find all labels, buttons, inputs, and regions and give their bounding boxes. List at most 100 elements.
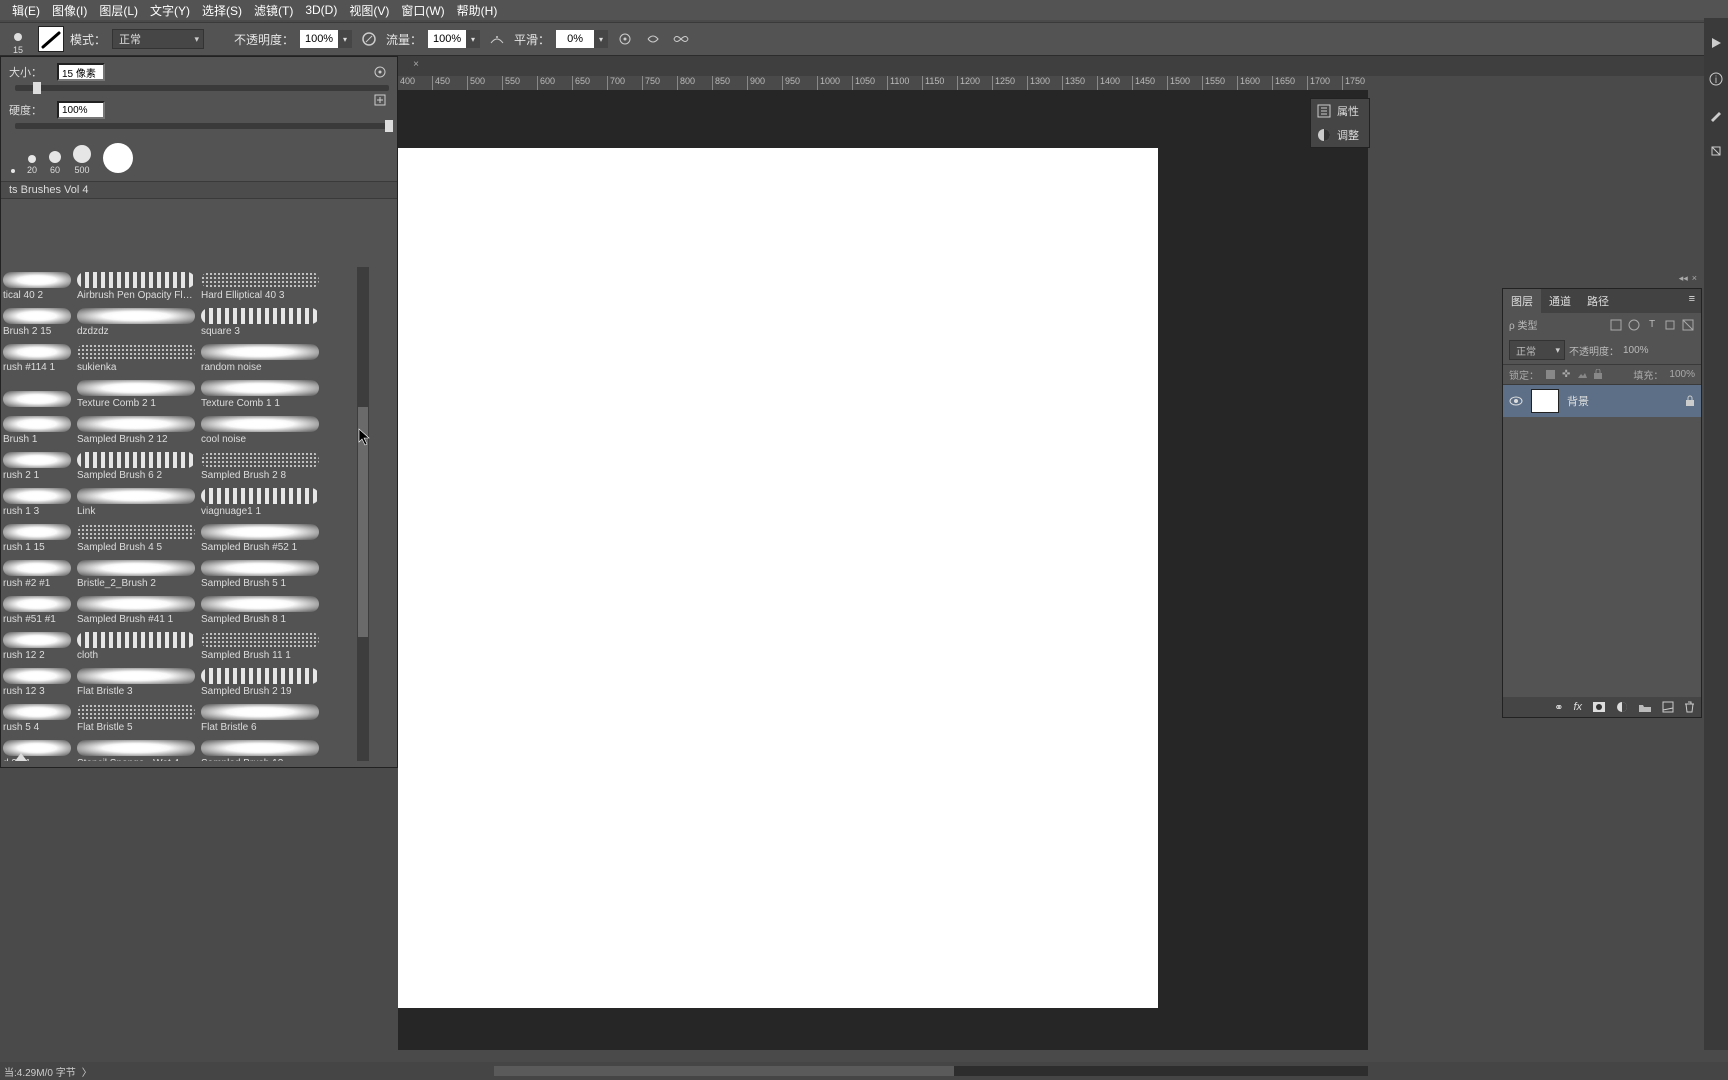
lock-pixels-icon[interactable] bbox=[1545, 369, 1556, 380]
menu-layer[interactable]: 图层(L) bbox=[93, 0, 144, 21]
filter-shape-icon[interactable] bbox=[1663, 318, 1677, 332]
brush-item[interactable]: Sampled Brush #52 1 bbox=[199, 519, 321, 553]
menu-window[interactable]: 窗口(W) bbox=[395, 0, 450, 21]
layer-row-background[interactable]: 背景 bbox=[1503, 385, 1701, 417]
brush-item[interactable]: d 35 1 bbox=[1, 735, 73, 761]
butterfly-icon[interactable] bbox=[670, 28, 692, 50]
brush-size-slider[interactable] bbox=[15, 85, 389, 91]
delete-layer-icon[interactable] bbox=[1684, 701, 1695, 713]
brush-item[interactable]: Sampled Brush 6 2 bbox=[75, 447, 197, 481]
lock-image-icon[interactable] bbox=[1576, 369, 1587, 380]
canvas-document[interactable] bbox=[398, 148, 1158, 1008]
brush-item[interactable]: rush #51 #1 bbox=[1, 591, 73, 625]
menu-3d[interactable]: 3D(D) bbox=[299, 1, 343, 19]
brush-item[interactable]: rush 5 4 bbox=[1, 699, 73, 733]
brush-item[interactable]: cool noise bbox=[199, 411, 321, 445]
brush-item[interactable]: viagnuage1 1 bbox=[199, 483, 321, 517]
brush-item[interactable]: tical 40 2 bbox=[1, 267, 73, 301]
brush-stroke-preview[interactable] bbox=[38, 26, 64, 52]
close-panel-icon[interactable]: × bbox=[1692, 273, 1697, 284]
menu-help[interactable]: 帮助(H) bbox=[451, 0, 504, 21]
brush-item[interactable]: Flat Bristle 5 bbox=[75, 699, 197, 733]
brush-preset-size[interactable]: 60 bbox=[49, 151, 61, 175]
brush-item[interactable]: Flat Bristle 3 bbox=[75, 663, 197, 697]
brush-item[interactable]: rush 1 15 bbox=[1, 519, 73, 553]
brush-item[interactable]: Sampled Brush 12 bbox=[199, 735, 321, 761]
smoothing-field[interactable]: 0%▾ bbox=[556, 30, 608, 48]
filter-pixel-icon[interactable] bbox=[1609, 318, 1623, 332]
brush-item[interactable]: Sampled Brush 2 8 bbox=[199, 447, 321, 481]
brush-item[interactable]: square 3 bbox=[199, 303, 321, 337]
brush-item[interactable]: Link bbox=[75, 483, 197, 517]
layer-blend-mode[interactable]: 正常 bbox=[1509, 340, 1565, 360]
brush-item[interactable]: Stencil Sponge - Wet 4 bbox=[75, 735, 197, 761]
brush-item[interactable]: Texture Comb 1 1 bbox=[199, 375, 321, 409]
history-play-icon[interactable] bbox=[1707, 34, 1725, 52]
tab-layers[interactable]: 图层 bbox=[1503, 289, 1541, 313]
brush-item[interactable]: Sampled Brush #41 1 bbox=[75, 591, 197, 625]
smoothing-gear-icon[interactable] bbox=[614, 28, 636, 50]
layer-mask-icon[interactable] bbox=[1592, 701, 1606, 713]
blend-mode-dropdown[interactable]: 正常 bbox=[112, 29, 204, 49]
brush-item[interactable]: Airbrush Pen Opacity Flow bbox=[75, 267, 197, 301]
layer-lock-icon[interactable] bbox=[1685, 395, 1695, 407]
brush-item[interactable]: random noise bbox=[199, 339, 321, 373]
layer-thumbnail[interactable] bbox=[1531, 389, 1559, 413]
adjustment-layer-icon[interactable] bbox=[1616, 701, 1628, 713]
collapse-icon[interactable]: ◂◂ bbox=[1679, 273, 1688, 284]
close-tab-icon[interactable]: × bbox=[410, 59, 422, 71]
flow-field[interactable]: 100%▾ bbox=[428, 30, 480, 48]
brush-hardness-input[interactable] bbox=[57, 101, 105, 119]
brush-item[interactable]: Bristle_2_Brush 2 bbox=[75, 555, 197, 589]
brush-item[interactable]: rush 12 2 bbox=[1, 627, 73, 661]
brush-item[interactable]: rush #2 #1 bbox=[1, 555, 73, 589]
fill-value[interactable]: 100% bbox=[1669, 369, 1695, 380]
brush-item[interactable]: Brush 2 15 bbox=[1, 303, 73, 337]
brush-item[interactable]: rush 1 3 bbox=[1, 483, 73, 517]
menu-view[interactable]: 视图(V) bbox=[343, 0, 395, 21]
layer-fx-icon[interactable]: fx bbox=[1573, 701, 1582, 713]
brush-item[interactable]: Brush 1 bbox=[1, 411, 73, 445]
lock-all-icon[interactable] bbox=[1593, 369, 1603, 380]
brush-preset-size[interactable] bbox=[11, 169, 15, 175]
new-layer-icon[interactable] bbox=[1662, 701, 1674, 713]
info-icon[interactable]: i bbox=[1707, 70, 1725, 88]
brush-item[interactable]: rush #114 1 bbox=[1, 339, 73, 373]
airbrush-icon[interactable] bbox=[486, 28, 508, 50]
layer-opacity-value[interactable]: 100% bbox=[1623, 345, 1649, 356]
menu-image[interactable]: 图像(I) bbox=[46, 0, 93, 21]
brush-preset-size[interactable]: 500 bbox=[73, 145, 91, 175]
menu-select[interactable]: 选择(S) bbox=[196, 0, 248, 21]
brush-item[interactable] bbox=[1, 375, 73, 409]
brush-item[interactable]: sukienka bbox=[75, 339, 197, 373]
new-brush-icon[interactable] bbox=[373, 93, 387, 107]
menu-type[interactable]: 文字(Y) bbox=[144, 0, 196, 21]
pressure-opacity-icon[interactable] bbox=[358, 28, 380, 50]
brush-angle-icon[interactable] bbox=[13, 751, 29, 763]
doc-info-chevron-icon[interactable]: 〉 bbox=[82, 1064, 92, 1079]
brush-item[interactable]: Sampled Brush 4 5 bbox=[75, 519, 197, 553]
brush-size-input[interactable] bbox=[57, 63, 105, 81]
brush-item[interactable]: Flat Bristle 6 bbox=[199, 699, 321, 733]
brush-item[interactable]: Sampled Brush 2 19 bbox=[199, 663, 321, 697]
brush-item[interactable]: Sampled Brush 11 1 bbox=[199, 627, 321, 661]
brush-settings-icon[interactable] bbox=[1707, 106, 1725, 124]
brush-hardness-slider[interactable] bbox=[15, 123, 389, 129]
brush-item[interactable]: dzdzdz bbox=[75, 303, 197, 337]
brush-item[interactable]: Sampled Brush 2 12 bbox=[75, 411, 197, 445]
visibility-icon[interactable] bbox=[1509, 396, 1523, 406]
group-icon[interactable] bbox=[1638, 702, 1652, 713]
filter-smart-icon[interactable] bbox=[1681, 318, 1695, 332]
collapsed-properties-panel[interactable]: 属性 调整 bbox=[1310, 98, 1370, 148]
filter-adjust-icon[interactable] bbox=[1627, 318, 1641, 332]
tab-paths[interactable]: 路径 bbox=[1579, 289, 1617, 313]
brush-group-header[interactable]: ts Brushes Vol 4 bbox=[1, 181, 397, 199]
layer-name[interactable]: 背景 bbox=[1567, 393, 1589, 409]
horizontal-scrollbar[interactable] bbox=[494, 1066, 1368, 1076]
brush-list-scrollbar[interactable] bbox=[357, 267, 369, 761]
brush-preset-picker[interactable]: 15 bbox=[4, 25, 32, 53]
opacity-field[interactable]: 100%▾ bbox=[300, 30, 352, 48]
brush-item[interactable]: Sampled Brush 5 1 bbox=[199, 555, 321, 589]
panel-menu-icon[interactable]: ≡ bbox=[1683, 289, 1701, 313]
lock-position-icon[interactable]: ✜ bbox=[1562, 369, 1570, 380]
